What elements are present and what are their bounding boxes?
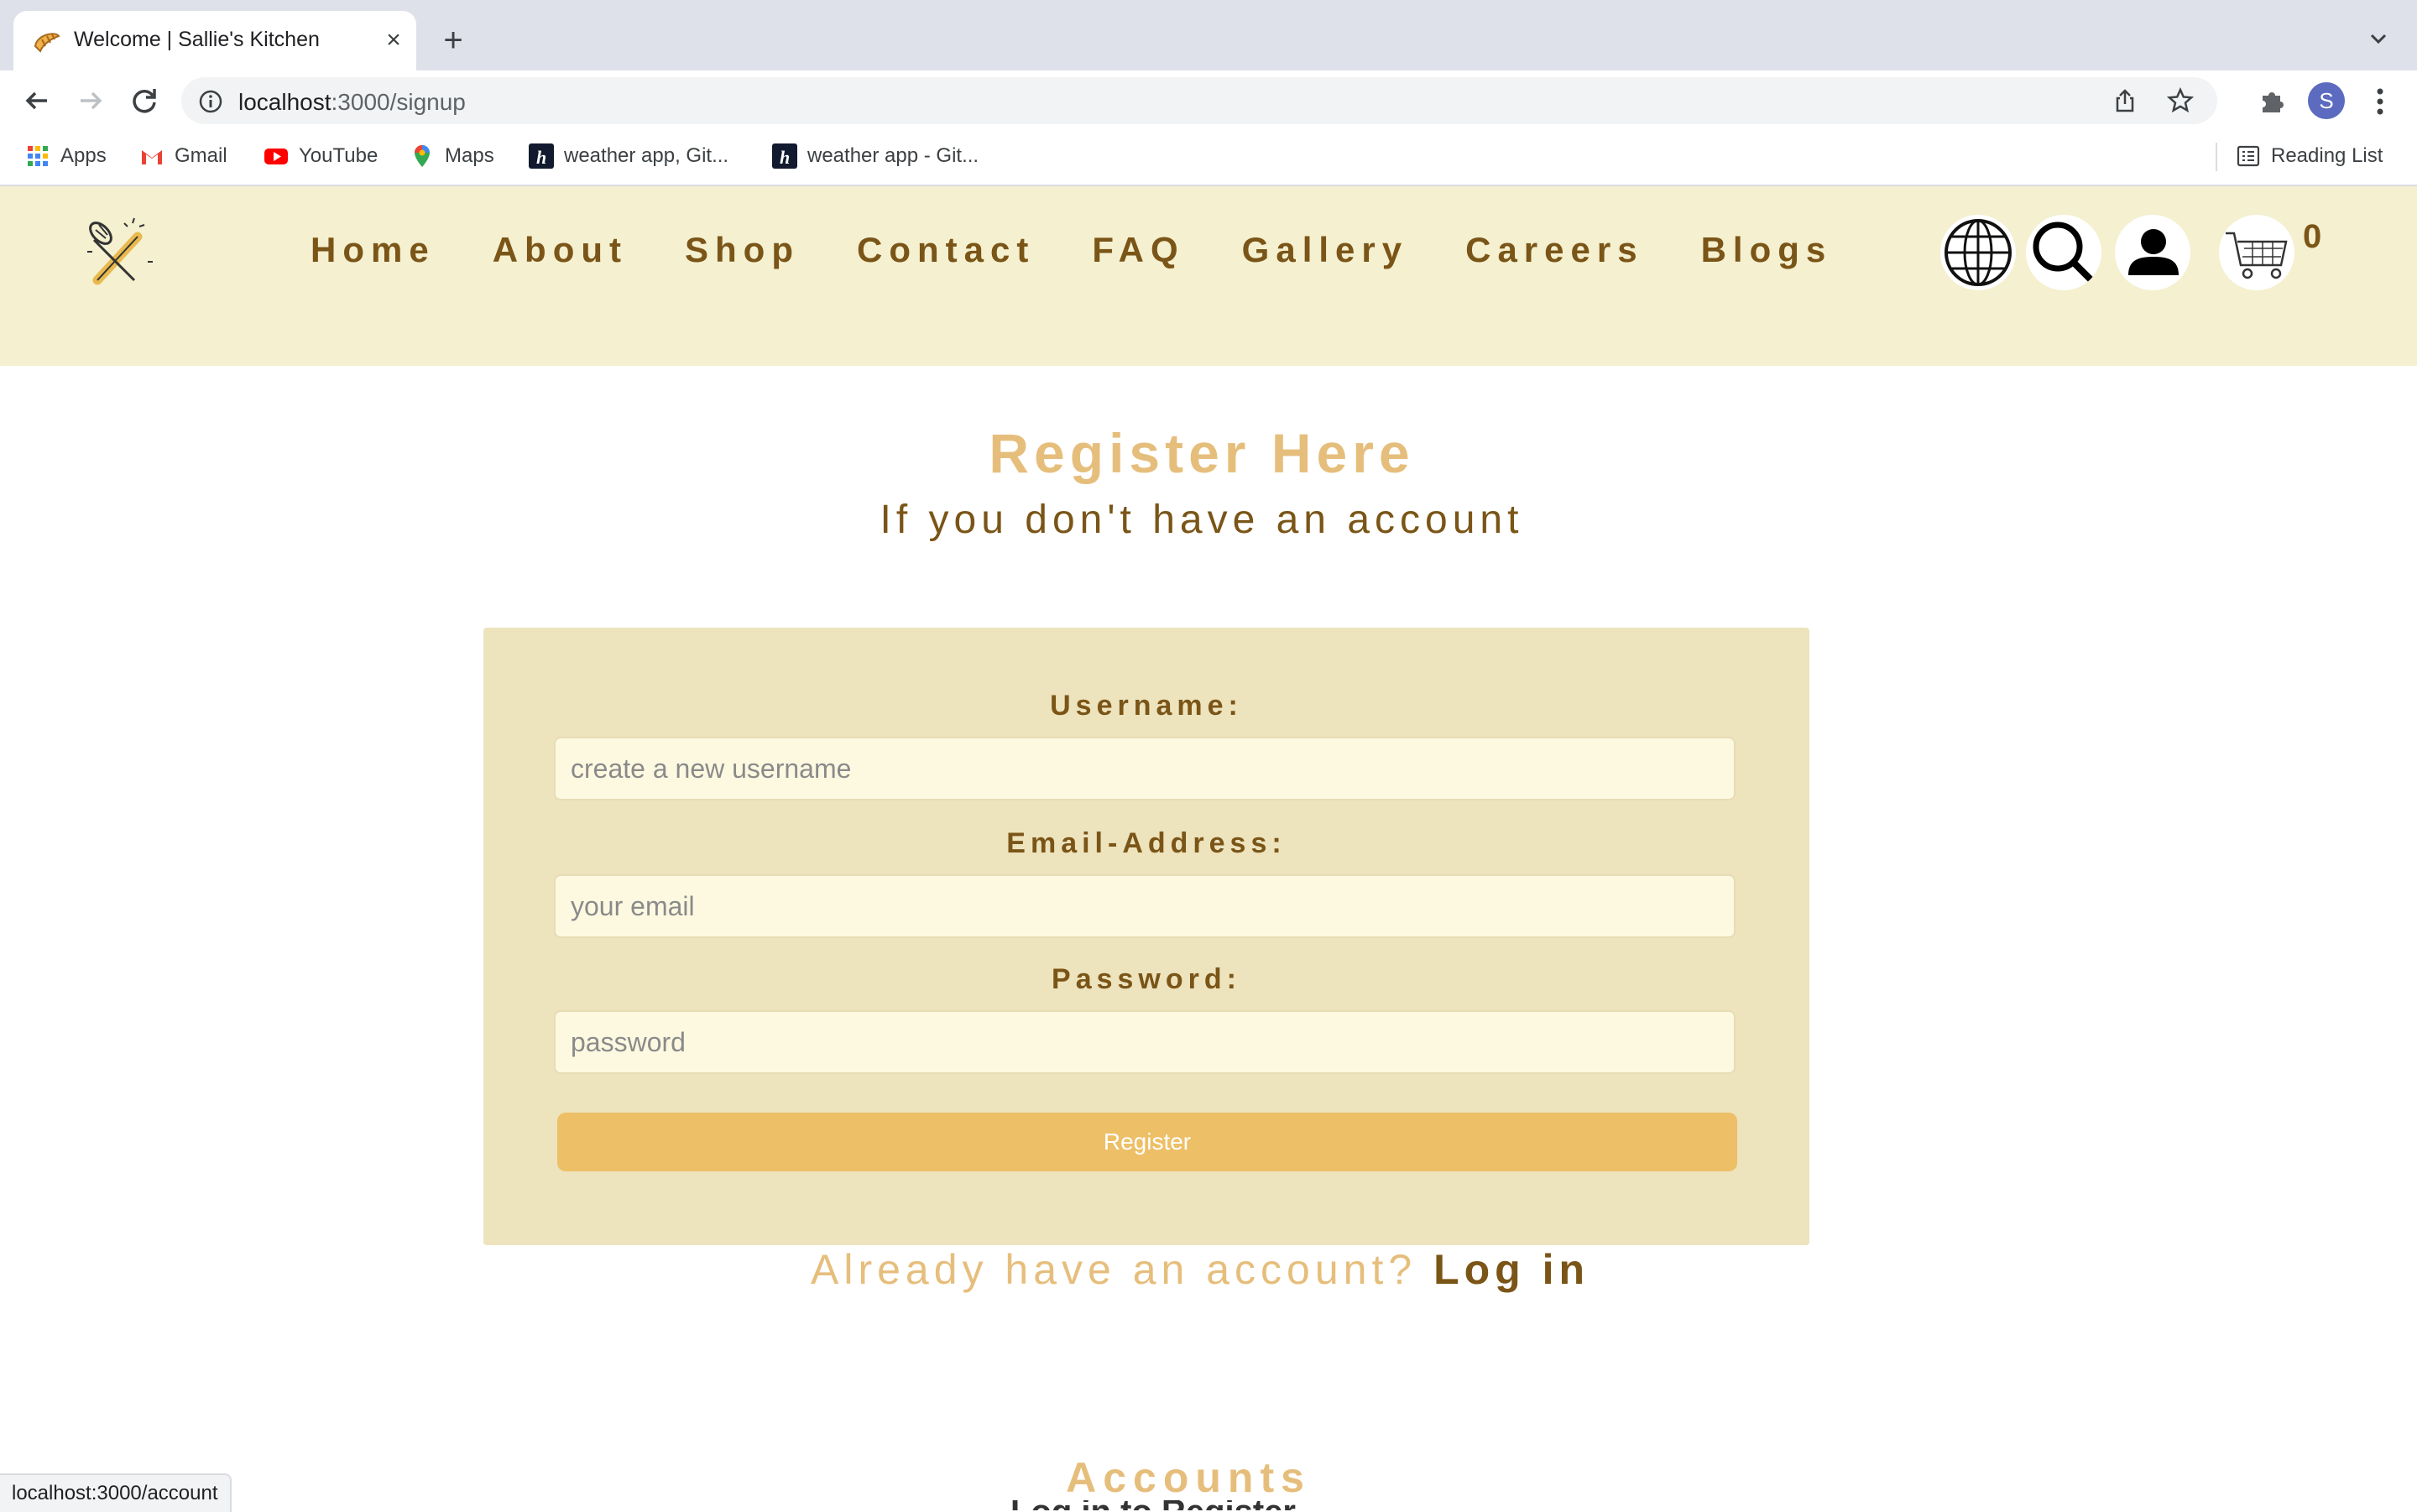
bookmark-youtube[interactable]: YouTube	[264, 141, 378, 171]
nav-about[interactable]: About	[493, 230, 628, 270]
nav-shop[interactable]: Shop	[685, 230, 800, 270]
accounts-subtitle-clipped: Log in to Register	[1010, 1500, 1329, 1510]
forward-arrow-icon[interactable]	[72, 82, 109, 119]
h-icon: h	[772, 143, 797, 169]
bookmarks-bar: Apps Gmail YouTube Maps h weather app, G…	[0, 129, 2417, 186]
reload-icon[interactable]	[126, 82, 163, 119]
bookmark-apps[interactable]: Apps	[25, 141, 107, 171]
reading-list-button[interactable]: Reading List	[2236, 141, 2383, 171]
link-status-bubble: localhost:3000/account	[0, 1473, 232, 1512]
bookmark-weather-app-2[interactable]: h weather app - Git...	[772, 141, 979, 171]
svg-text:h: h	[536, 147, 546, 168]
accounts-title: Accounts	[1066, 1454, 1311, 1501]
close-tab-icon[interactable]: ×	[378, 24, 410, 56]
chevron-down-icon[interactable]	[2365, 25, 2392, 52]
info-icon[interactable]	[198, 89, 223, 114]
nav-blogs[interactable]: Blogs	[1701, 230, 1833, 270]
bookmark-maps[interactable]: Maps	[410, 141, 494, 171]
bookmark-label: Maps	[445, 144, 494, 167]
bookmark-label: weather app - Git...	[807, 144, 979, 167]
maps-icon	[415, 145, 430, 167]
main-nav: Home About Shop Contact FAQ Gallery Care…	[311, 230, 1889, 270]
browser-tab[interactable]: Welcome | Sallie's Kitchen ×	[13, 11, 416, 70]
email-input[interactable]	[554, 874, 1736, 938]
bookmark-label: YouTube	[299, 144, 378, 167]
h-icon: h	[529, 143, 554, 169]
nav-faq[interactable]: FAQ	[1092, 230, 1184, 270]
extensions-puzzle-icon[interactable]	[2258, 87, 2286, 116]
email-label: Email-Address:	[1006, 827, 1287, 859]
shopping-cart-icon[interactable]	[2219, 215, 2294, 290]
more-menu-icon[interactable]	[2368, 86, 2392, 117]
youtube-icon	[264, 149, 288, 164]
address-bar[interactable]: localhost:3000/signup	[181, 77, 2217, 124]
back-arrow-icon[interactable]	[18, 82, 55, 119]
bookmark-divider	[2216, 143, 2217, 171]
cart-count-badge: 0	[2303, 218, 2322, 255]
reading-list-icon	[2237, 145, 2260, 167]
svg-text:h: h	[780, 147, 790, 168]
new-tab-icon[interactable]: +	[436, 23, 470, 57]
register-title: Register Here	[989, 422, 1415, 484]
register-form: Username: Email-Address: Password: Regis…	[483, 628, 1809, 1245]
nav-contact[interactable]: Contact	[857, 230, 1035, 270]
url-text: localhost:3000/signup	[238, 89, 466, 116]
tab-title: Welcome | Sallie's Kitchen	[74, 28, 320, 51]
register-button[interactable]: Register	[557, 1113, 1737, 1171]
site-header: Home About Shop Contact FAQ Gallery Care…	[0, 186, 2417, 366]
register-subtitle: If you don't have an account	[880, 498, 1524, 542]
reading-list-label: Reading List	[2271, 144, 2383, 167]
search-icon[interactable]	[2026, 215, 2101, 290]
profile-avatar[interactable]: S	[2308, 82, 2345, 119]
bookmark-star-icon[interactable]	[2167, 87, 2194, 114]
login-prompt: Already have an account? Log in	[0, 1245, 2409, 1294]
nav-gallery[interactable]: Gallery	[1242, 230, 1408, 270]
url-path: :3000/signup	[331, 89, 466, 115]
accounts-subtitle: Log in to Register	[1010, 1500, 1329, 1510]
nav-careers[interactable]: Careers	[1465, 230, 1643, 270]
url-host: localhost	[238, 89, 331, 115]
bookmark-label: Apps	[60, 144, 107, 167]
kitchen-utensils-logo-icon[interactable]	[82, 215, 158, 290]
browser-tabstrip: Welcome | Sallie's Kitchen × +	[0, 0, 2417, 70]
croissant-favicon-icon	[34, 33, 60, 53]
bookmark-label: weather app, Git...	[564, 144, 729, 167]
user-icon[interactable]	[2115, 215, 2190, 290]
share-icon[interactable]	[2112, 87, 2138, 114]
browser-toolbar: localhost:3000/signup S	[0, 70, 2417, 129]
bookmark-label: Gmail	[175, 144, 227, 167]
gmail-icon	[142, 150, 162, 164]
apps-grid-icon	[28, 146, 48, 166]
login-question: Already have an account?	[810, 1246, 1434, 1293]
nav-home[interactable]: Home	[311, 230, 436, 270]
password-input[interactable]	[554, 1010, 1736, 1074]
bookmark-gmail[interactable]: Gmail	[139, 141, 227, 171]
password-label: Password:	[1052, 963, 1241, 995]
username-label: Username:	[1050, 690, 1243, 722]
username-input[interactable]	[554, 737, 1736, 800]
login-link[interactable]: Log in	[1433, 1246, 1590, 1293]
globe-icon[interactable]	[1940, 215, 2016, 290]
bookmark-weather-app-1[interactable]: h weather app, Git...	[529, 141, 728, 171]
